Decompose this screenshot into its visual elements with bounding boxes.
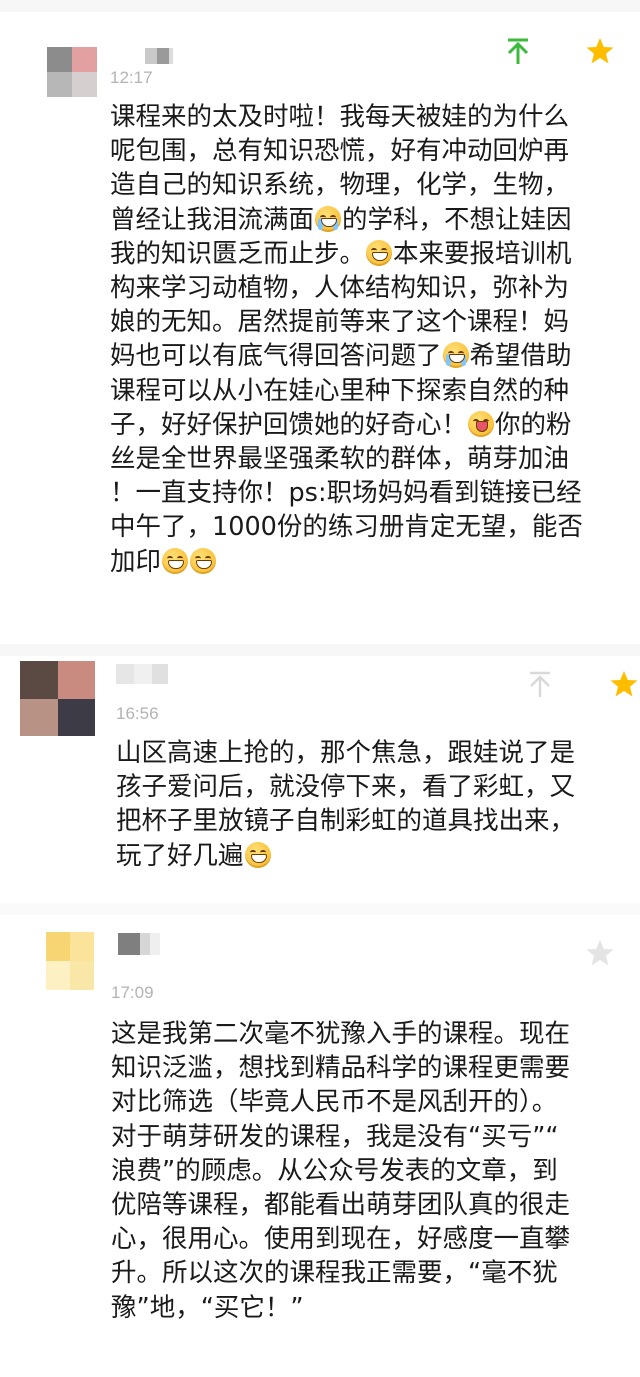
- crying-face-emoji: [315, 205, 342, 232]
- comment-line: ！一直支持你！ps:职场妈妈看到链接已经: [110, 478, 582, 509]
- comment-line: 玩了好几遍: [116, 840, 244, 871]
- avatar[interactable]: [47, 47, 97, 97]
- avatar[interactable]: [20, 661, 95, 736]
- comment-line: 你的粉: [495, 409, 572, 440]
- comment-line: 构来学习动植物，人体结构知识，弥补为: [110, 273, 570, 304]
- star-icon[interactable]: [585, 36, 615, 66]
- comment-line: 心，很用心。使用到现在，好感度一直攀: [111, 1224, 571, 1255]
- comment-time: 16:56: [116, 704, 159, 723]
- comment-line: 把杯子里放镜子自制彩虹的道具找出来，: [116, 806, 576, 837]
- comment-time: 12:17: [110, 68, 153, 87]
- comment-text: 山区高速上抢的，那个焦急，跟娃说了是 孩子爱问后，就没停下来，看了彩虹，又 把杯…: [116, 736, 626, 873]
- grin-emoji: [244, 841, 271, 868]
- comment-text: 课程来的太及时啦！我每天被娃的为什么 呢包围，总有知识恐慌，好有冲动回炉再 造自…: [110, 100, 620, 579]
- comment-line: 知识泛滥，想找到精品科学的课程更需要: [111, 1053, 571, 1084]
- comment-line: 优陪等课程，都能看出萌芽团队真的很走: [111, 1190, 571, 1221]
- comment-line: 娘的无知。居然提前等来了这个课程！妈: [110, 307, 570, 338]
- comment-line: 山区高速上抢的，那个焦急，跟娃说了是: [116, 738, 576, 768]
- arrow-to-top-icon[interactable]: [525, 669, 555, 699]
- comment-line: 丝是全世界最坚强柔软的群体，萌芽加油: [110, 444, 570, 475]
- comment-line: 呢包围，总有知识恐慌，好有冲动回炉再: [110, 136, 570, 167]
- comment-divider: [0, 644, 640, 656]
- comment-1: 12:17 课程来的太及时啦！我每天被娃的为什么 呢包围，总有知识恐慌，好有冲动…: [0, 0, 640, 650]
- grin-emoji: [162, 547, 189, 574]
- grin-emoji: [190, 547, 217, 574]
- comment-line: 对比筛选（毕竟人民币不是风刮开的）。: [111, 1087, 558, 1118]
- star-icon[interactable]: [585, 938, 615, 968]
- comment-2: 16:56 山区高速上抢的，那个焦急，跟娃说了是 孩子爱问后，就没停下来，看了彩…: [0, 656, 640, 900]
- comment-line: 加印: [110, 546, 162, 577]
- comment-line: 这是我第二次毫不犹豫入手的课程。现在: [111, 1019, 571, 1049]
- comment-line: 希望借助: [469, 341, 572, 372]
- arrow-to-top-icon[interactable]: [503, 36, 533, 66]
- comment-text: 这是我第二次毫不犹豫入手的课程。现在 知识泛滥，想找到精品科学的课程更需要 对比…: [111, 1017, 621, 1325]
- comment-3: 17:09 这是我第二次毫不犹豫入手的课程。现在 知识泛滥，想找到精品科学的课程…: [0, 915, 640, 1377]
- tongue-out-emoji: [468, 410, 495, 437]
- comment-line: 浪费”的顾虑。从公众号发表的文章，到: [111, 1155, 558, 1186]
- crying-face-emoji: [442, 342, 469, 369]
- comment-line: 中午了，1000份的练习册肯定无望，能否: [110, 512, 583, 543]
- comment-time: 17:09: [111, 983, 154, 1002]
- star-icon[interactable]: [609, 669, 639, 699]
- username-mosaic[interactable]: [116, 664, 168, 684]
- comment-line: 课程来的太及时啦！我每天被娃的为什么: [110, 102, 570, 132]
- comment-divider: [0, 903, 640, 915]
- username-mosaic[interactable]: [118, 933, 160, 955]
- comment-line: 孩子爱问后，就没停下来，看了彩虹，又: [116, 772, 576, 803]
- username-mosaic[interactable]: [145, 48, 173, 64]
- grin-emoji: [366, 239, 393, 266]
- comment-line: 我的知识匮乏而止步。: [110, 238, 366, 269]
- comment-line: 子，好好保护回馈她的好奇心！: [110, 409, 468, 440]
- comment-line: 升。所以这次的课程我正需要，“毫不犹: [111, 1258, 558, 1289]
- comment-line: 对于萌芽研发的课程，我是没有“买亏”“: [111, 1121, 559, 1152]
- comment-line: 妈也可以有底气得回答问题了: [110, 341, 442, 372]
- comment-line: 造自己的知识系统，物理，化学，生物，: [110, 170, 570, 201]
- comment-line: 课程可以从小在娃心里种下探索自然的种: [110, 375, 570, 406]
- comment-line: 的学科，不想让娃因: [342, 204, 572, 235]
- comment-line: 曾经让我泪流满面: [110, 204, 315, 235]
- avatar[interactable]: [46, 932, 94, 990]
- comment-line: 豫”地，“买它！”: [111, 1292, 304, 1323]
- comment-line: 本来要报培训机: [393, 238, 572, 269]
